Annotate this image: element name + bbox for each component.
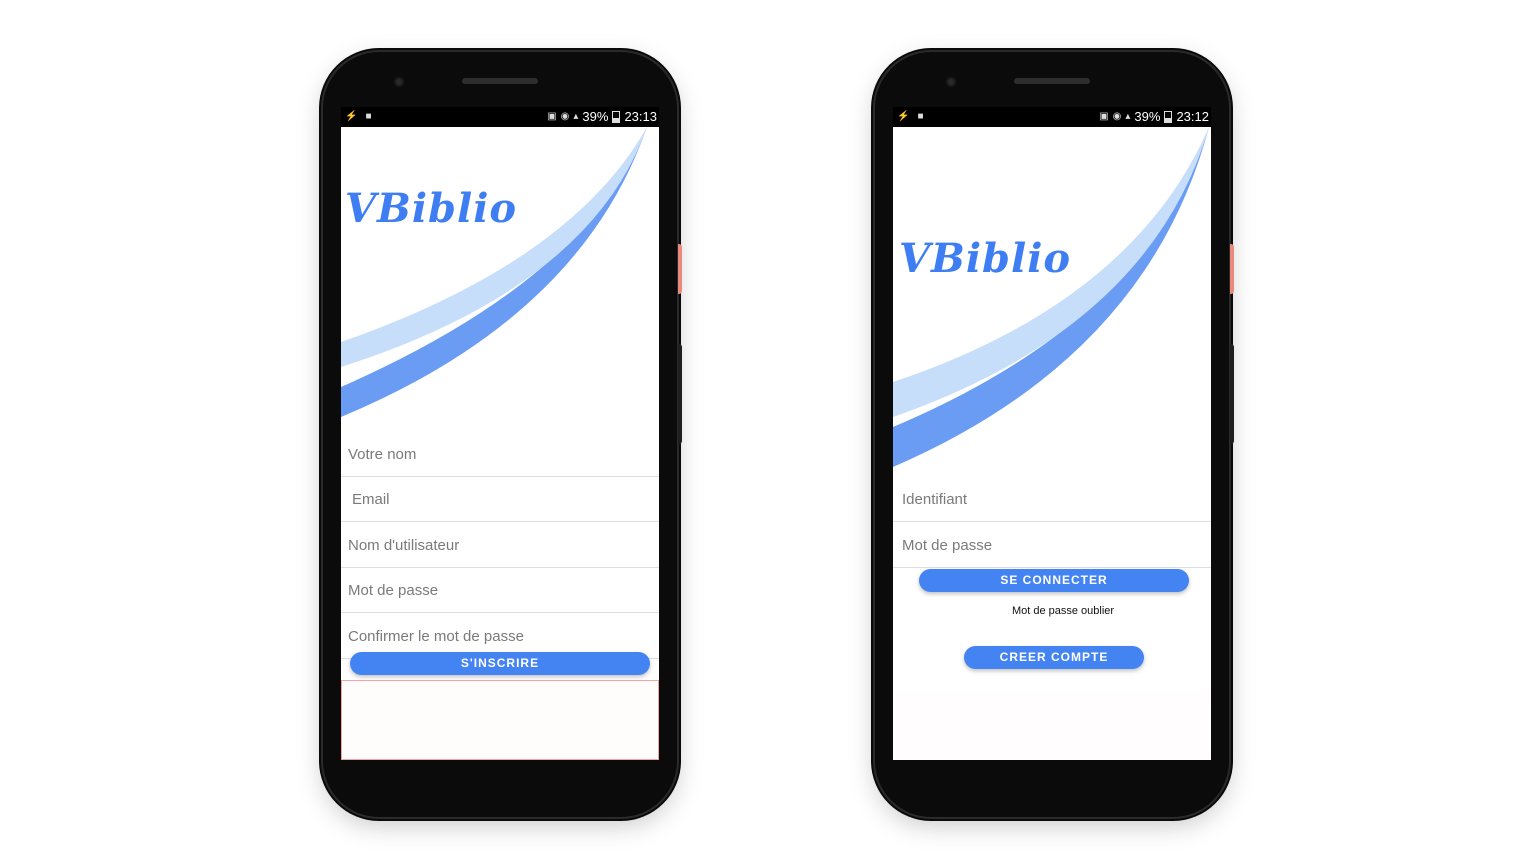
phone-login: ⚡ ■ ▣ ◉ ▴ 39% 23:12 VBiblio Identifiant … — [875, 52, 1234, 817]
video-icon: ■ — [365, 111, 372, 122]
battery-percent: 39% — [582, 109, 609, 124]
battery-icon — [612, 111, 621, 123]
status-bar: ⚡ ■ ▣ ◉ ▴ 39% 23:13 — [341, 107, 659, 127]
create-account-button[interactable]: CREER COMPTE — [964, 646, 1144, 669]
signup-app: VBiblio S'INSCRIRE — [341, 127, 659, 760]
password-field[interactable] — [341, 568, 659, 613]
identifier-input[interactable] — [893, 477, 1211, 521]
email-field[interactable] — [341, 477, 659, 522]
front-camera — [394, 77, 404, 87]
clock: 23:13 — [624, 109, 657, 124]
bottom-highlight-area — [341, 680, 659, 760]
phone-signup: ⚡ ■ ▣ ◉ ▴ 39% 23:13 VBiblio Votre nom Em… — [323, 52, 682, 817]
front-camera — [946, 77, 956, 87]
power-button — [1230, 244, 1234, 294]
login-app: VBiblio SE CONNECTER Mot de passe oublie… — [893, 127, 1211, 760]
power-button — [678, 244, 682, 294]
wifi-icon: ◉ — [560, 111, 570, 122]
volume-button — [678, 344, 682, 444]
earpiece-speaker — [1014, 78, 1090, 84]
signal-icon: ▴ — [1125, 111, 1131, 122]
signup-screen: ⚡ ■ ▣ ◉ ▴ 39% 23:13 VBiblio Votre nom Em… — [341, 107, 659, 760]
login-screen: ⚡ ■ ▣ ◉ ▴ 39% 23:12 VBiblio Identifiant … — [893, 107, 1211, 760]
password-input[interactable] — [893, 523, 1211, 567]
flash-icon: ⚡ — [897, 111, 910, 122]
email-input[interactable] — [341, 477, 659, 521]
battery-percent: 39% — [1134, 109, 1161, 124]
earpiece-speaker — [462, 78, 538, 84]
video-icon: ■ — [917, 111, 924, 122]
nfc-icon: ▣ — [547, 111, 557, 122]
name-field[interactable] — [341, 432, 659, 477]
username-field[interactable] — [341, 523, 659, 568]
wifi-icon: ◉ — [1112, 111, 1122, 122]
forgot-password-link[interactable]: Mot de passe oublier — [893, 605, 1211, 617]
battery-icon — [1164, 111, 1173, 123]
username-input[interactable] — [341, 523, 659, 567]
app-logo: VBiblio — [899, 235, 1072, 282]
flash-icon: ⚡ — [345, 111, 358, 122]
name-input[interactable] — [341, 432, 659, 476]
volume-button — [1230, 344, 1234, 444]
nfc-icon: ▣ — [1099, 111, 1109, 122]
signup-button[interactable]: S'INSCRIRE — [350, 652, 650, 675]
status-bar: ⚡ ■ ▣ ◉ ▴ 39% 23:12 — [893, 107, 1211, 127]
bottom-area — [893, 692, 1211, 760]
password-field[interactable] — [893, 523, 1211, 568]
identifier-field[interactable] — [893, 477, 1211, 522]
login-button[interactable]: SE CONNECTER — [919, 569, 1189, 592]
signal-icon: ▴ — [573, 111, 579, 122]
clock: 23:12 — [1176, 109, 1209, 124]
app-logo: VBiblio — [345, 185, 518, 232]
password-input[interactable] — [341, 568, 659, 612]
